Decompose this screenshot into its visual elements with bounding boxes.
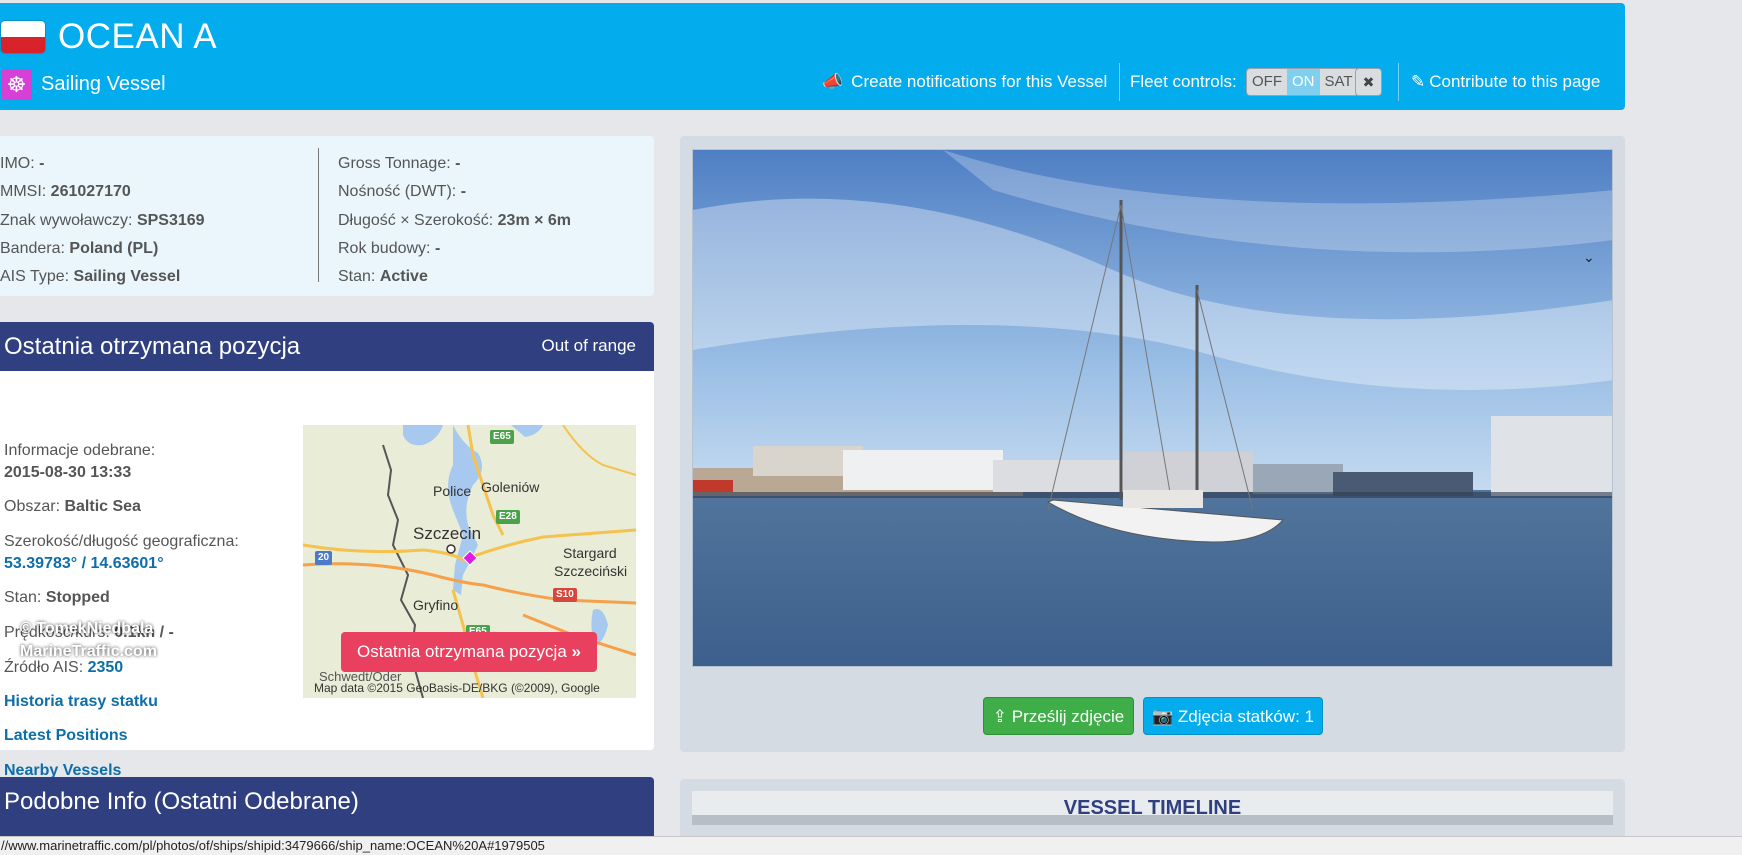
fleet-remove-button[interactable]: ✖ xyxy=(1355,68,1382,96)
particulars-divider xyxy=(318,148,319,282)
map-label-szczecin: Szczecin xyxy=(413,524,482,543)
camera-icon: 📷 xyxy=(1152,707,1174,726)
latlon-value: 53.39783° / 14.63601° xyxy=(4,555,164,572)
upload-photo-button[interactable]: ⇪ Prześlij zdjęcie xyxy=(983,697,1134,735)
latlon-label: Szerokość/długość geograficzna: xyxy=(4,533,239,550)
map-label-stargard: Stargard xyxy=(563,545,617,561)
double-chevron-right-icon: » xyxy=(571,642,581,661)
road-badge: E65 xyxy=(490,430,514,444)
contribute-label: Contribute to this page xyxy=(1429,72,1601,91)
map-copyright: Map data ©2015 GeoBasis-DE/BKG (©2009), … xyxy=(314,681,600,695)
similar-info-title: Podobne Info (Ostatni Odebrane) xyxy=(4,788,359,815)
latest-positions-link[interactable]: Latest Positions xyxy=(4,727,128,745)
vessel-timeline-panel: VESSEL TIMELINE xyxy=(680,779,1625,839)
flag-row: Bandera: Poland (PL) xyxy=(0,239,159,257)
vessel-photos-button[interactable]: 📷 Zdjęcia statków: 1 xyxy=(1143,697,1323,735)
fleet-controls-toggle: OFF ON SAT xyxy=(1246,68,1359,96)
photo-credit: © TomekNiedbala MarineTraffic.com xyxy=(20,617,157,663)
fleet-controls-label: Fleet controls: xyxy=(1130,72,1237,91)
state-row: Stan: Stopped xyxy=(4,589,110,606)
vessel-timeline-header: VESSEL TIMELINE xyxy=(692,791,1613,825)
header-divider xyxy=(1398,63,1399,101)
create-notifications-label: Create notifications for this Vessel xyxy=(851,72,1108,91)
road-badge: E28 xyxy=(496,510,520,524)
fleet-on-button[interactable]: ON xyxy=(1287,69,1320,95)
road-badge: S10 xyxy=(553,588,577,602)
received-label: Informacje odebrane: xyxy=(4,442,156,459)
svg-text:⌄: ⌄ xyxy=(1583,250,1595,266)
vessel-header: OCEAN A ☸ Sailing Vessel 📣 Create notifi… xyxy=(0,3,1625,110)
vessel-name: OCEAN A xyxy=(58,17,218,56)
dwt-row: Nośność (DWT): - xyxy=(338,183,467,201)
photo-site: MarineTraffic.com xyxy=(20,643,157,660)
vessel-type: Sailing Vessel xyxy=(41,73,166,95)
similar-info-panel: Podobne Info (Ostatni Odebrane) xyxy=(0,777,654,837)
contribute-link[interactable]: ✎ Contribute to this page xyxy=(1411,72,1600,92)
track-history-link[interactable]: Historia trasy statku xyxy=(4,693,158,711)
header-divider xyxy=(1119,63,1120,101)
particulars-left: IMO: - MMSI: 261027170 Znak wywoławczy: … xyxy=(0,150,205,291)
imo-row: IMO: - xyxy=(0,155,45,172)
pencil-icon: ✎ xyxy=(1411,72,1426,91)
poland-flag-icon xyxy=(1,21,45,53)
vessel-photo[interactable]: ⌄ xyxy=(692,149,1613,667)
gross-tonnage-row: Gross Tonnage: - xyxy=(338,155,461,172)
bullhorn-icon: 📣 xyxy=(822,72,844,91)
map-label-gryfino: Gryfino xyxy=(413,597,459,613)
vessel-timeline-title: VESSEL TIMELINE xyxy=(1063,797,1242,819)
create-notifications-link[interactable]: 📣 Create notifications for this Vessel xyxy=(822,72,1107,92)
road-badge: 20 xyxy=(315,551,333,565)
upload-icon: ⇪ xyxy=(992,707,1008,726)
photo-author: © TomekNiedbala xyxy=(20,620,154,637)
particulars-right: Gross Tonnage: - Nośność (DWT): - Długoś… xyxy=(338,150,571,291)
status-row: Stan: Active xyxy=(338,268,428,286)
range-status: Out of range xyxy=(541,336,636,355)
last-position-header: Ostatnia otrzymana pozycja Out of range xyxy=(0,322,654,371)
area-row: Obszar: Baltic Sea xyxy=(4,498,141,515)
last-position-map-button[interactable]: Ostatnia otrzymana pozycja » xyxy=(341,632,597,672)
vessel-particulars: IMO: - MMSI: 261027170 Znak wywoławczy: … xyxy=(0,136,654,296)
ship-wheel-icon: ☸ xyxy=(1,69,32,100)
map-label-police: Police xyxy=(433,483,472,499)
map-label-szczecinski: Szczeciński xyxy=(554,563,628,579)
last-position-title: Ostatnia otrzymana pozycja xyxy=(4,333,301,360)
callsign-row: Znak wywoławczy: SPS3169 xyxy=(0,211,205,229)
fleet-sat-button[interactable]: SAT xyxy=(1319,69,1358,95)
map-label-goleniow: Goleniów xyxy=(481,479,540,495)
mmsi-row: MMSI: 261027170 xyxy=(0,183,131,201)
year-built-row: Rok budowy: - xyxy=(338,239,441,257)
fleet-off-button[interactable]: OFF xyxy=(1247,69,1287,95)
received-value: 2015-08-30 13:33 xyxy=(4,464,132,481)
vessel-photo-panel: ⌄ xyxy=(680,136,1625,752)
browser-status-bar: //www.marinetraffic.com/pl/photos/of/shi… xyxy=(0,836,1742,855)
dimensions-row: Długość × Szerokość: 23m × 6m xyxy=(338,211,572,229)
ais-type-row: AIS Type: Sailing Vessel xyxy=(0,268,181,286)
